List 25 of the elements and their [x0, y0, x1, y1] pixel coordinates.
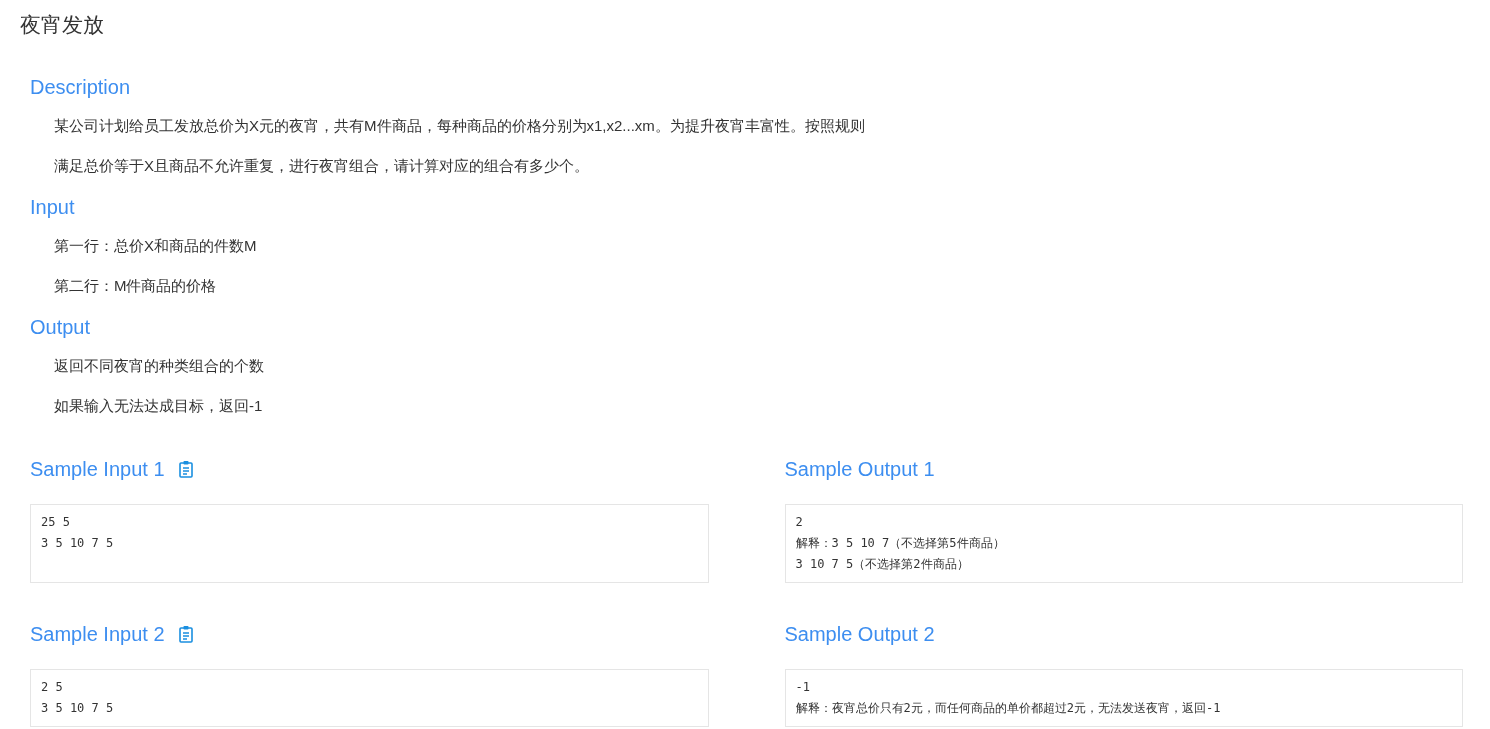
section-heading: Output — [30, 315, 91, 340]
code-line: -1 — [795, 679, 810, 696]
code-line: 2 — [795, 514, 803, 531]
paragraph: 返回不同夜宵的种类组合的个数 — [54, 356, 265, 376]
code-line: 3 10 7 5（不选择第2件商品） — [795, 556, 969, 573]
code-line: 25 5 — [41, 514, 70, 531]
page-title: 夜宵发放 — [20, 12, 104, 38]
paragraph: 某公司计划给员工发放总价为X元的夜宵，共有M件商品，每种商品的价格分别为x1,x2...xm。为提升夜宵丰富性。按照规则 — [54, 116, 866, 136]
clipboard-icon[interactable] — [178, 625, 193, 643]
code-line: 2 5 — [41, 679, 63, 696]
code-line: 解释：3 5 10 7（不选择第5件商品） — [795, 535, 1005, 552]
sample-heading: Sample Output 1 — [784, 457, 935, 482]
paragraph: 满足总价等于X且商品不允许重复，进行夜宵组合，请计算对应的组合有多少个。 — [54, 156, 590, 176]
paragraph: 如果输入无法达成目标，返回-1 — [54, 396, 264, 416]
code-line: 3 5 10 7 5 — [41, 700, 114, 717]
paragraph: 第一行：总价X和商品的件数M — [54, 236, 258, 256]
paragraph: 第二行：M件商品的价格 — [54, 276, 218, 296]
section-heading: Description — [30, 75, 131, 100]
code-line: 3 5 10 7 5 — [41, 535, 114, 552]
code-line: 解释：夜宵总价只有2元，而任何商品的单价都超过2元，无法发送夜宵，返回-1 — [795, 700, 1221, 717]
sample-heading: Sample Output 2 — [784, 622, 935, 647]
sample-heading: Sample Input 2 — [30, 622, 165, 647]
section-heading: Input — [30, 195, 75, 220]
clipboard-icon[interactable] — [178, 460, 193, 478]
sample-heading: Sample Input 1 — [30, 457, 165, 482]
